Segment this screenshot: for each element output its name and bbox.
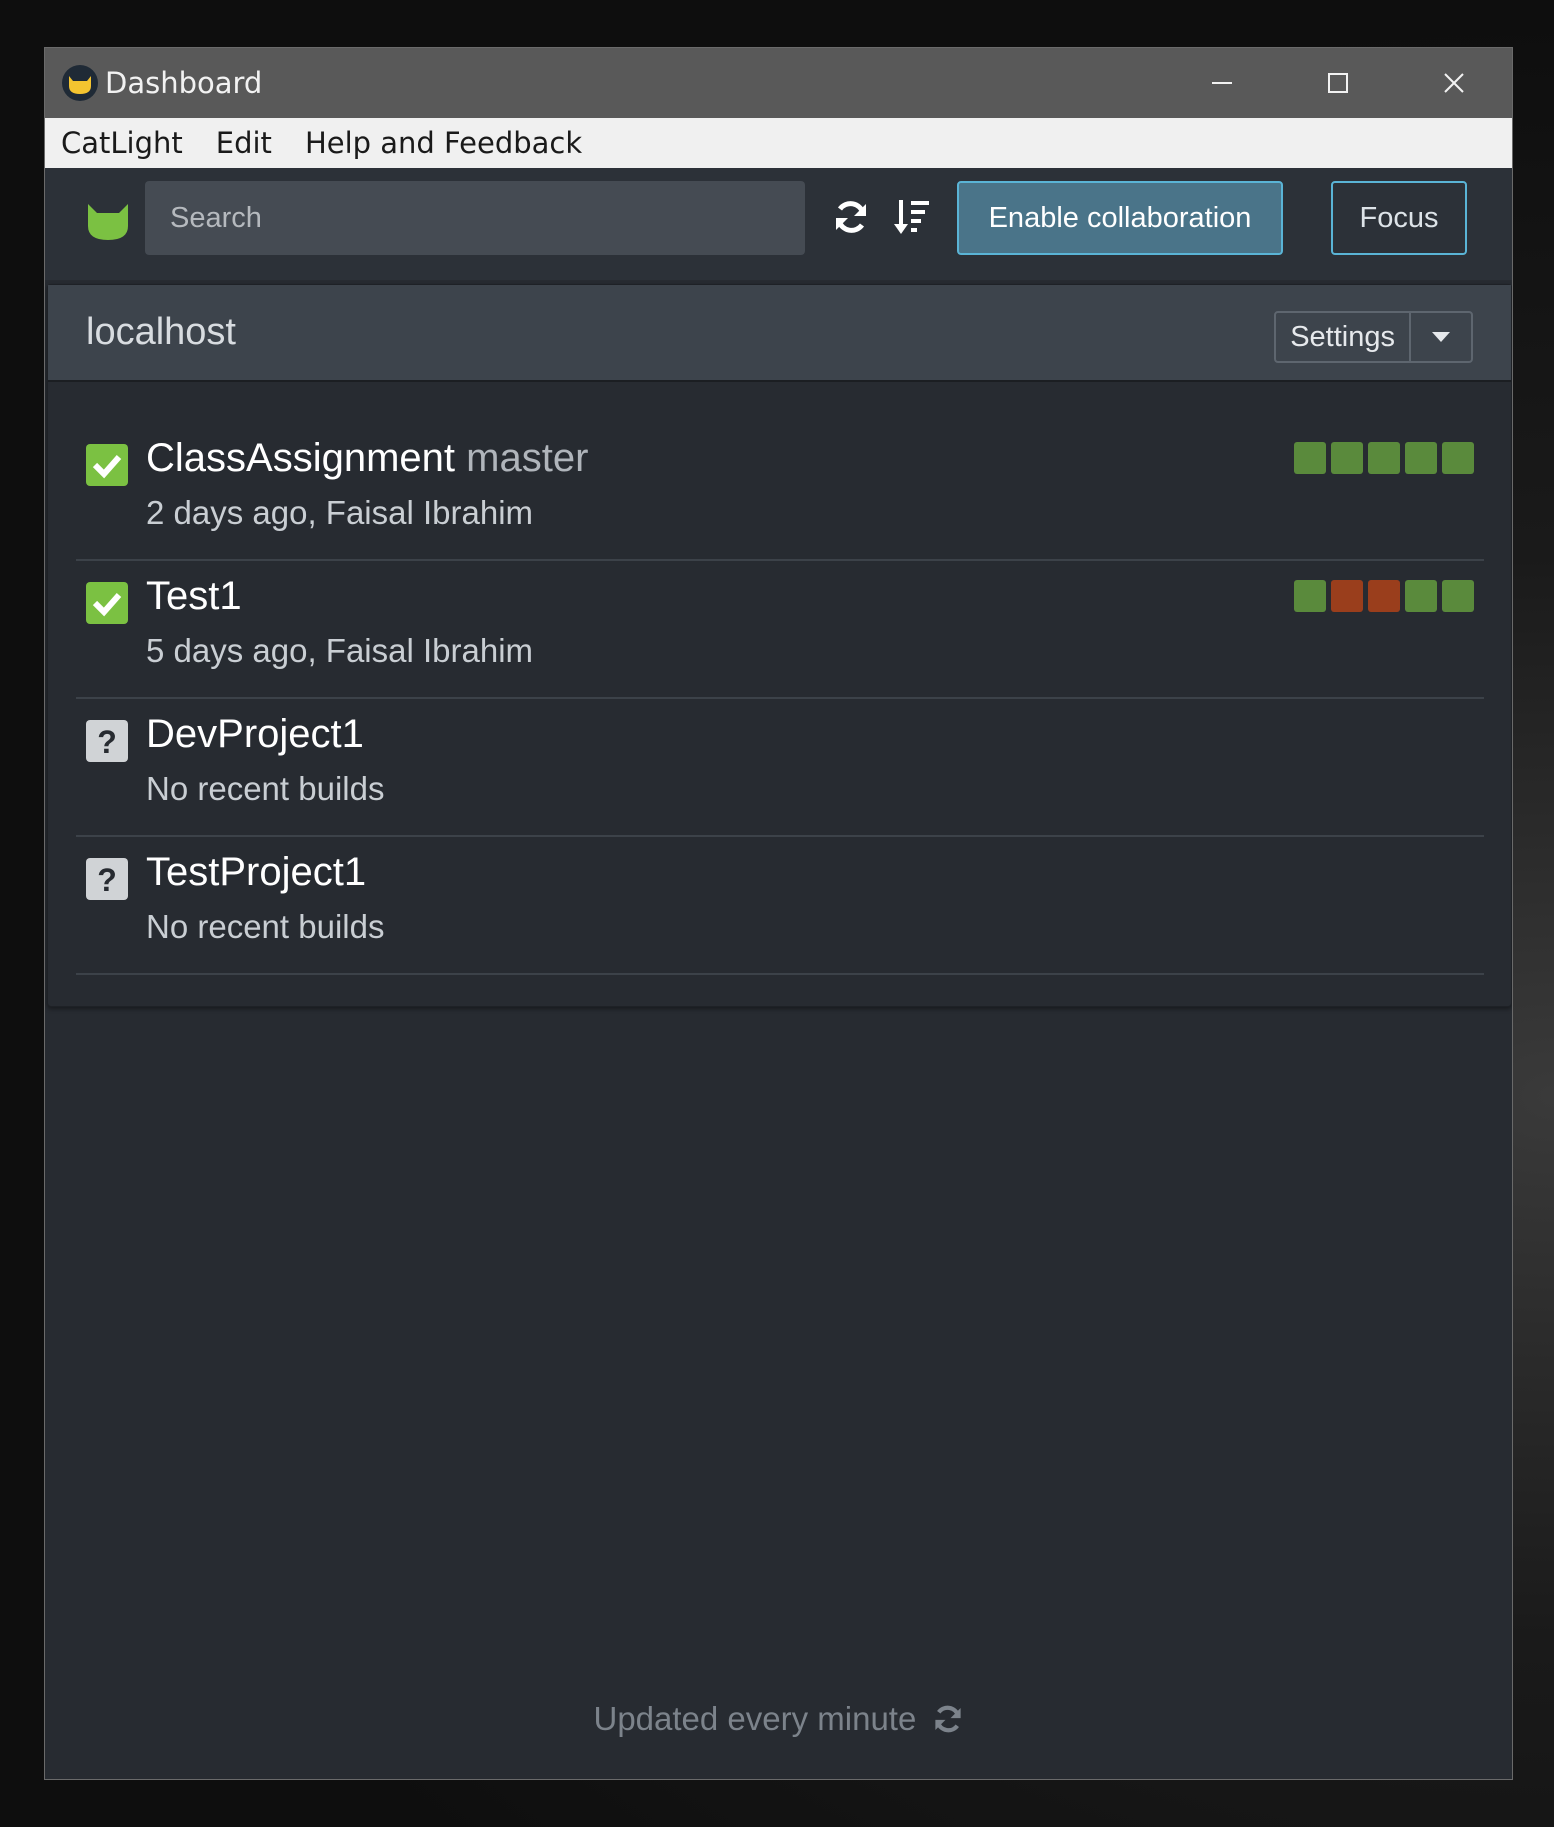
check-icon: [86, 582, 128, 624]
focus-button[interactable]: Focus: [1331, 181, 1467, 255]
question-icon: ?: [86, 858, 128, 900]
project-row[interactable]: Test1 5 days ago, Faisal Ibrahim: [76, 560, 1484, 699]
catlight-app-icon: [61, 64, 99, 102]
panel-header: localhost Settings: [48, 285, 1511, 382]
build-success-box[interactable]: [1442, 442, 1474, 474]
minimize-button[interactable]: [1164, 48, 1280, 118]
minimize-icon: [1212, 82, 1232, 84]
build-success-box[interactable]: [1331, 442, 1363, 474]
build-success-box[interactable]: [1294, 580, 1326, 612]
project-title: Test1: [146, 574, 242, 619]
build-success-box[interactable]: [1368, 442, 1400, 474]
question-icon: ?: [86, 720, 128, 762]
build-success-box[interactable]: [1442, 580, 1474, 612]
menu-edit[interactable]: Edit: [216, 126, 272, 160]
build-failed-box[interactable]: [1368, 580, 1400, 612]
server-panel: localhost Settings ClassAssignment maste…: [47, 284, 1512, 1007]
maximize-icon: [1328, 73, 1348, 93]
window-title: Dashboard: [105, 66, 263, 100]
footer-text: Updated every minute: [593, 1700, 917, 1737]
build-history: [1294, 442, 1474, 474]
build-success-box[interactable]: [1294, 442, 1326, 474]
toolbar: Enable collaboration Focus: [45, 168, 1512, 280]
title-bar[interactable]: Dashboard: [45, 48, 1512, 118]
project-subtitle: 5 days ago, Faisal Ibrahim: [146, 632, 534, 669]
caret-down-icon: [1432, 332, 1450, 342]
svg-text:?: ?: [97, 724, 117, 760]
refresh-icon[interactable]: [932, 1703, 964, 1743]
project-name: DevProject1: [146, 712, 364, 756]
build-success-box[interactable]: [1405, 442, 1437, 474]
project-row[interactable]: ? DevProject1 No recent builds: [76, 698, 1484, 837]
settings-button[interactable]: Settings: [1276, 313, 1411, 361]
enable-collaboration-button[interactable]: Enable collaboration: [957, 181, 1283, 255]
maximize-button[interactable]: [1280, 48, 1396, 118]
footer: Updated every minute: [45, 1700, 1512, 1743]
close-icon: [1444, 73, 1464, 93]
server-name: localhost: [86, 311, 236, 353]
search-input[interactable]: [145, 181, 805, 255]
menu-bar: CatLight Edit Help and Feedback: [45, 118, 1512, 168]
refresh-icon[interactable]: [832, 198, 870, 241]
project-subtitle: No recent builds: [146, 770, 385, 807]
check-icon: [86, 444, 128, 486]
project-title: ClassAssignment master: [146, 436, 588, 481]
build-history: [1294, 580, 1474, 612]
project-subtitle: No recent builds: [146, 908, 385, 945]
project-name: Test1: [146, 574, 242, 618]
project-name: ClassAssignment: [146, 436, 456, 480]
project-row[interactable]: ClassAssignment master 2 days ago, Faisa…: [76, 422, 1484, 561]
settings-split-button: Settings: [1274, 311, 1473, 363]
build-failed-box[interactable]: [1331, 580, 1363, 612]
close-button[interactable]: [1396, 48, 1512, 118]
settings-dropdown-button[interactable]: [1411, 313, 1471, 361]
dashboard-window: Dashboard CatLight Edit Help and Feedbac…: [44, 47, 1513, 1780]
project-name: TestProject1: [146, 850, 367, 894]
project-row[interactable]: ? TestProject1 No recent builds: [76, 836, 1484, 975]
menu-help-feedback[interactable]: Help and Feedback: [305, 126, 582, 160]
sort-icon[interactable]: [893, 198, 931, 241]
cat-status-icon[interactable]: [86, 202, 130, 247]
menu-catlight[interactable]: CatLight: [61, 126, 183, 160]
project-branch: master: [466, 436, 589, 480]
svg-text:?: ?: [97, 862, 117, 898]
build-success-box[interactable]: [1405, 580, 1437, 612]
project-subtitle: 2 days ago, Faisal Ibrahim: [146, 494, 534, 531]
